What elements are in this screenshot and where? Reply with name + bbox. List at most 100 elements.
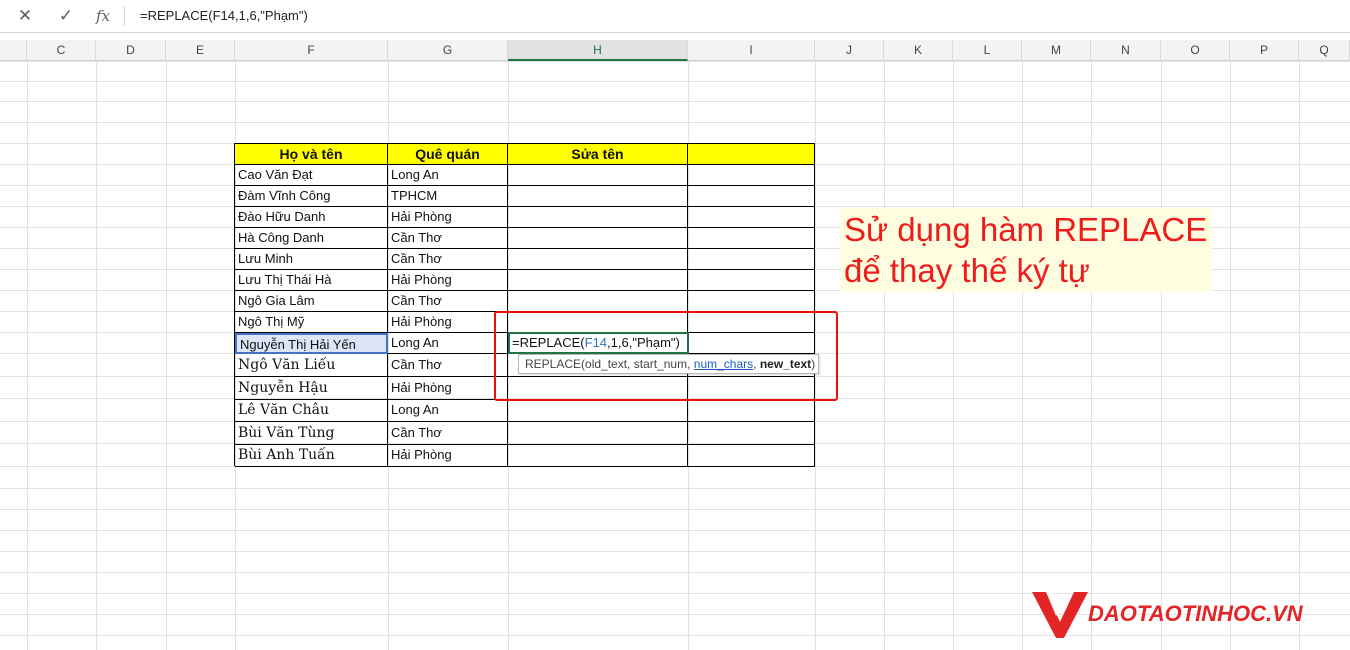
name-cell[interactable]: Lê Văn Châu — [235, 399, 388, 422]
logo-mark-icon — [1032, 592, 1088, 638]
formula-bar: ✕ ✓ fx =REPLACE(F14,1,6,"Phạm") — [0, 0, 1350, 33]
name-cell[interactable]: Lưu Minh — [235, 249, 388, 270]
fx-icon[interactable]: fx — [92, 5, 114, 27]
grid-row-line — [0, 551, 1350, 552]
column-header-o[interactable]: O — [1161, 40, 1230, 61]
name-cell[interactable]: Cao Văn Đạt — [235, 165, 388, 186]
empty-cell[interactable] — [688, 249, 815, 270]
empty-cell[interactable] — [688, 399, 815, 422]
logo-text: DAOTAOTINHOC.VN — [1088, 601, 1303, 626]
empty-cell[interactable] — [688, 444, 815, 467]
hometown-cell[interactable]: Cần Thơ — [388, 422, 508, 445]
column-header-j[interactable]: J — [815, 40, 884, 61]
column-header-i[interactable]: I — [688, 40, 815, 61]
edited-name-cell[interactable] — [508, 444, 688, 467]
column-header-k[interactable]: K — [884, 40, 953, 61]
empty-cell[interactable] — [688, 165, 815, 186]
hometown-cell[interactable]: Long An — [388, 165, 508, 186]
hometown-cell[interactable]: Cần Thơ — [388, 354, 508, 377]
column-header-d[interactable]: D — [96, 40, 166, 61]
grid-row-line — [0, 122, 1350, 123]
name-cell[interactable]: Ngô Thị Mỹ — [235, 312, 388, 333]
hometown-cell[interactable]: Long An — [388, 333, 508, 354]
column-header-e[interactable]: E — [166, 40, 235, 61]
name-cell[interactable]: Đào Hữu Danh — [235, 207, 388, 228]
empty-cell[interactable] — [688, 422, 815, 445]
grid-column-line — [166, 61, 167, 650]
hometown-cell[interactable]: Cần Thơ — [388, 249, 508, 270]
hometown-cell[interactable]: Hải Phòng — [388, 207, 508, 228]
name-cell[interactable]: Ngô Gia Lâm — [235, 291, 388, 312]
table-header-2[interactable]: Sửa tên — [508, 144, 688, 165]
grid-column-line — [1022, 61, 1023, 650]
grid-row-line — [0, 572, 1350, 573]
check-icon[interactable]: ✓ — [55, 5, 77, 27]
edited-name-cell[interactable] — [508, 270, 688, 291]
hometown-cell[interactable]: Hải Phòng — [388, 377, 508, 400]
referenced-cell-f14[interactable]: Nguyễn Thị Hải Yến — [235, 333, 388, 354]
column-header-m[interactable]: M — [1022, 40, 1091, 61]
empty-cell[interactable] — [688, 270, 815, 291]
formula-input[interactable]: =REPLACE(F14,1,6,"Phạm") — [132, 2, 1342, 30]
hometown-cell[interactable]: TPHCM — [388, 186, 508, 207]
formula-bar-divider — [124, 6, 125, 26]
table-header-0[interactable]: Họ và tên — [235, 144, 388, 165]
column-header-c[interactable]: C — [27, 40, 96, 61]
column-header-l[interactable]: L — [953, 40, 1022, 61]
grid-row-line — [0, 81, 1350, 82]
grid-column-line — [96, 61, 97, 650]
select-all-corner[interactable] — [0, 40, 27, 61]
edited-name-cell[interactable] — [508, 399, 688, 422]
column-header-bar: CDEFGHIJKLMNOPQ — [0, 40, 1350, 61]
column-header-p[interactable]: P — [1230, 40, 1299, 61]
name-cell[interactable]: Bùi Văn Tùng — [235, 422, 388, 445]
grid-row-line — [0, 101, 1350, 102]
name-cell[interactable]: Lưu Thị Thái Hà — [235, 270, 388, 291]
empty-cell[interactable] — [688, 186, 815, 207]
column-header-n[interactable]: N — [1091, 40, 1161, 61]
column-header-h[interactable]: H — [508, 40, 688, 61]
grid-row-line — [0, 61, 1350, 62]
callout-line-2: để thay thế ký tự — [844, 252, 1090, 289]
name-cell[interactable]: Hà Công Danh — [235, 228, 388, 249]
name-cell[interactable]: Nguyễn Hậu — [235, 377, 388, 400]
hometown-cell[interactable]: Hải Phòng — [388, 312, 508, 333]
hometown-cell[interactable]: Hải Phòng — [388, 444, 508, 467]
empty-cell[interactable] — [688, 228, 815, 249]
annotation-callout: Sử dụng hàm REPLACE để thay thế ký tự — [840, 208, 1212, 292]
hometown-cell[interactable]: Cần Thơ — [388, 291, 508, 312]
name-cell[interactable]: Ngô Văn Liếu — [235, 354, 388, 377]
grid-column-line — [884, 61, 885, 650]
empty-cell[interactable] — [688, 291, 815, 312]
edited-name-cell[interactable] — [508, 207, 688, 228]
grid-column-line — [953, 61, 954, 650]
callout-line-1: Sử dụng hàm REPLACE — [844, 211, 1208, 248]
column-header-q[interactable]: Q — [1299, 40, 1350, 61]
grid-row-line — [0, 488, 1350, 489]
grid-row-line — [0, 509, 1350, 510]
edited-name-cell[interactable] — [508, 186, 688, 207]
grid-column-line — [27, 61, 28, 650]
grid-column-line — [1091, 61, 1092, 650]
column-header-f[interactable]: F — [235, 40, 388, 61]
x-icon[interactable]: ✕ — [14, 5, 36, 27]
table-header-3[interactable] — [688, 144, 815, 165]
edited-name-cell[interactable] — [508, 249, 688, 270]
annotation-highlight-box — [494, 311, 838, 401]
name-cell[interactable]: Đàm Vĩnh Công — [235, 186, 388, 207]
grid-column-line — [1230, 61, 1231, 650]
column-header-g[interactable]: G — [388, 40, 508, 61]
edited-name-cell[interactable] — [508, 291, 688, 312]
empty-cell[interactable] — [688, 207, 815, 228]
edited-name-cell[interactable] — [508, 165, 688, 186]
name-cell[interactable]: Bùi Anh Tuấn — [235, 444, 388, 467]
hometown-cell[interactable]: Cần Thơ — [388, 228, 508, 249]
hometown-cell[interactable]: Hải Phòng — [388, 270, 508, 291]
edited-name-cell[interactable] — [508, 422, 688, 445]
edited-name-cell[interactable] — [508, 228, 688, 249]
hometown-cell[interactable]: Long An — [388, 399, 508, 422]
grid-row-line — [0, 530, 1350, 531]
grid-column-line — [1161, 61, 1162, 650]
grid-column-line — [1299, 61, 1300, 650]
table-header-1[interactable]: Quê quán — [388, 144, 508, 165]
